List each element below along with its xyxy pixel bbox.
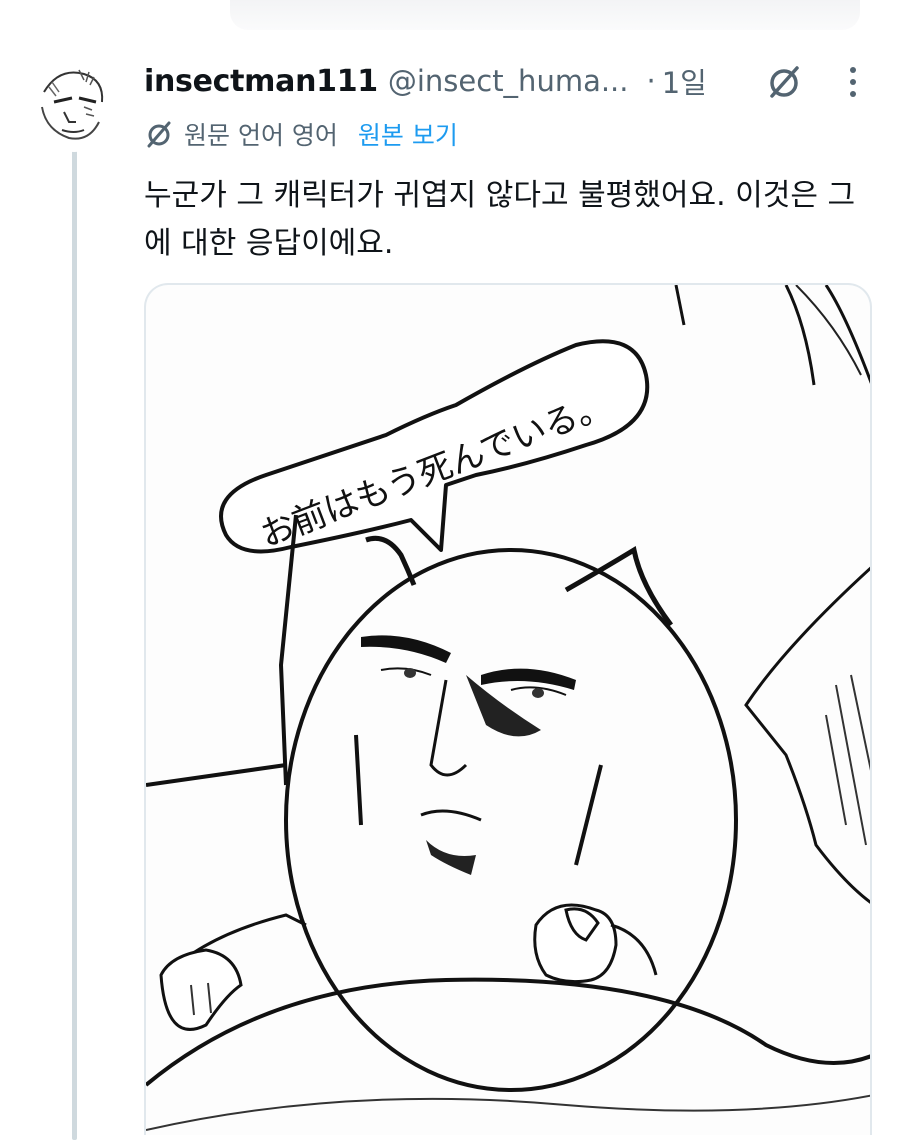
previous-tweet-edge <box>230 0 860 30</box>
display-name[interactable]: insectman111 <box>144 64 378 99</box>
vertical-dots-icon <box>850 67 856 73</box>
tweet-text: 누군가 그 캐릭터가 귀엽지 않다고 불평했어요. 이것은 그에 대한 응답이에… <box>144 178 856 261</box>
thread-line <box>72 150 77 1140</box>
more-options-button[interactable] <box>836 60 870 104</box>
manga-drawing: お前はもう死んでいる。 <box>146 285 870 1131</box>
timestamp[interactable]: 1일 <box>662 60 707 102</box>
user-handle[interactable]: @insect_huma... <box>388 64 629 98</box>
separator-dot: · <box>646 64 656 98</box>
grok-button[interactable] <box>762 60 806 104</box>
translate-icon <box>147 121 171 148</box>
translation-notice: 원문 언어 영어 원본 보기 <box>144 114 458 154</box>
slashed-circle-icon <box>770 66 799 98</box>
avatar-sketch <box>25 53 123 151</box>
avatar[interactable] <box>24 52 124 152</box>
show-original-link[interactable]: 원본 보기 <box>358 116 458 152</box>
tweet-image[interactable]: お前はもう死んでいる。 <box>144 283 872 1135</box>
translation-label: 원문 언어 영어 <box>184 121 338 150</box>
